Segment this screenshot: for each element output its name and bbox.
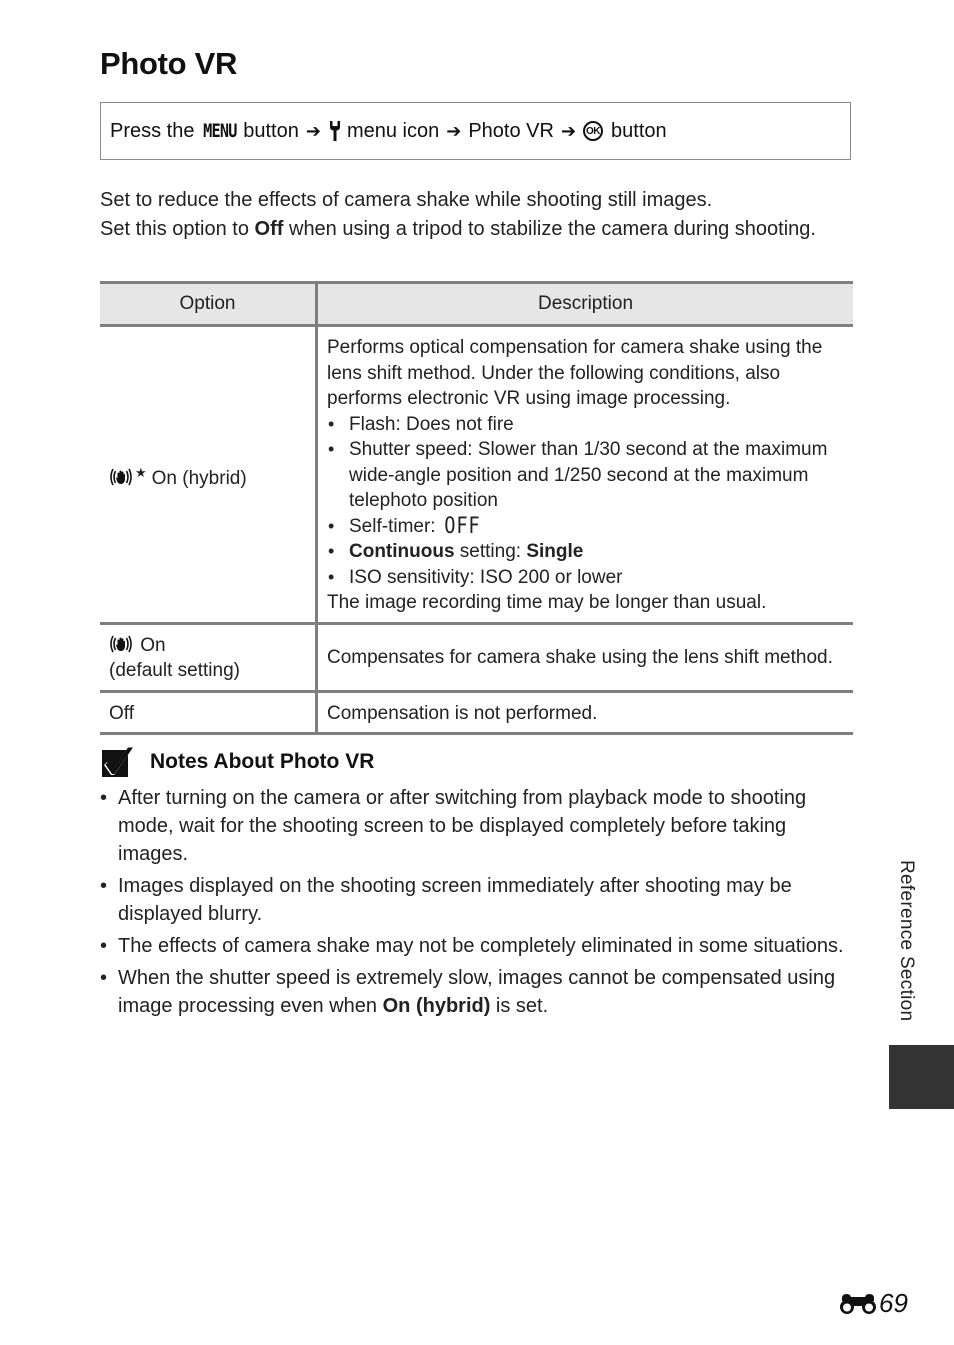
header-description: Description <box>316 281 853 327</box>
intro-text: Set to reduce the effects of camera shak… <box>100 186 840 244</box>
intro-line-2-pre: Set this option to <box>100 218 255 240</box>
description-cell: Performs optical compensation for camera… <box>316 325 853 625</box>
setting-label: setting: <box>454 541 527 562</box>
page-number-text: 69 <box>879 1288 908 1318</box>
option-cell-off: Off <box>100 691 318 735</box>
binoculars-reference-icon <box>840 1293 876 1314</box>
self-timer-label: Self-timer: <box>349 515 441 537</box>
page-number: 69 <box>838 1288 908 1319</box>
on-hybrid-bold: On (hybrid) <box>382 995 491 1017</box>
desc-outro: The image recording time may be longer t… <box>327 592 767 613</box>
checkmark-note-icon <box>102 747 133 777</box>
list-item: The effects of camera shake may not be c… <box>100 932 855 960</box>
intro-line-2: Set this option to Off when using a trip… <box>100 215 840 244</box>
list-item: When the shutter speed is extremely slow… <box>100 964 855 1020</box>
conditions-list: Flash: Does not fire Shutter speed: Slow… <box>327 412 843 591</box>
arrow-icon: ➔ <box>446 120 462 141</box>
vr-on-icon <box>110 635 132 652</box>
option-label: On <box>140 634 166 656</box>
options-table: Option Description ★ On (hybrid) Performs… <box>100 281 853 735</box>
description-cell: Compensates for camera shake using the l… <box>316 623 853 693</box>
star-icon: ★ <box>135 464 147 480</box>
menu-navigation-path: Press the MENU button ➔ menu icon ➔ Phot… <box>100 102 851 160</box>
nav-item-photo-vr: Photo VR <box>468 119 554 142</box>
table-row: On (default setting) Compensates for cam… <box>100 623 853 693</box>
nav-menu-icon-label: menu icon <box>346 119 440 142</box>
note-text-post: is set. <box>490 995 549 1017</box>
list-item: Continuous setting: Single <box>327 539 843 565</box>
menu-button-icon: MENU <box>203 120 238 142</box>
list-item: After turning on the camera or after swi… <box>100 784 855 868</box>
list-item: Self-timer: OFF <box>327 514 843 540</box>
table-row: ★ On (hybrid) Performs optical compensati… <box>100 325 853 625</box>
list-item: Shutter speed: Slower than 1/30 second a… <box>327 437 843 514</box>
nav-button-word: button <box>243 119 299 142</box>
single-bold: Single <box>526 541 584 562</box>
arrow-icon: ➔ <box>560 120 577 141</box>
notes-list: After turning on the camera or after swi… <box>100 784 855 1024</box>
nav-ok-button-word: button <box>611 119 667 142</box>
option-label: On (hybrid) <box>151 467 247 489</box>
ok-button-icon: OK <box>583 121 604 141</box>
intro-line-2-post: when using a tripod to stabilize the cam… <box>283 218 816 240</box>
arrow-icon: ➔ <box>305 120 321 141</box>
section-side-label: Reference Section <box>896 860 917 1022</box>
option-default-note: (default setting) <box>109 660 240 681</box>
notes-heading: Notes About Photo VR <box>102 746 374 778</box>
intro-line-1: Set to reduce the effects of camera shak… <box>100 189 713 211</box>
vr-hybrid-icon <box>110 468 132 485</box>
option-cell-on: On (default setting) <box>100 623 318 693</box>
continuous-bold: Continuous <box>349 541 455 562</box>
wrench-setup-icon <box>329 121 340 141</box>
nav-press-the: Press the <box>110 119 195 142</box>
intro-off-bold: Off <box>254 218 284 240</box>
section-tab-marker <box>889 1045 954 1109</box>
list-item: Flash: Does not fire <box>327 412 843 438</box>
option-cell-hybrid: ★ On (hybrid) <box>100 325 318 625</box>
notes-heading-text: Notes About Photo VR <box>150 750 375 773</box>
desc-intro: Performs optical compensation for camera… <box>327 337 823 409</box>
header-option: Option <box>100 281 318 327</box>
page-title: Photo VR <box>100 46 238 81</box>
list-item: ISO sensitivity: ISO 200 or lower <box>327 565 843 591</box>
table-row: Off Compensation is not performed. <box>100 691 853 735</box>
description-cell: Compensation is not performed. <box>316 691 853 735</box>
self-timer-off-icon: OFF <box>444 513 481 539</box>
list-item: Images displayed on the shooting screen … <box>100 872 855 928</box>
table-header-row: Option Description <box>100 281 853 327</box>
